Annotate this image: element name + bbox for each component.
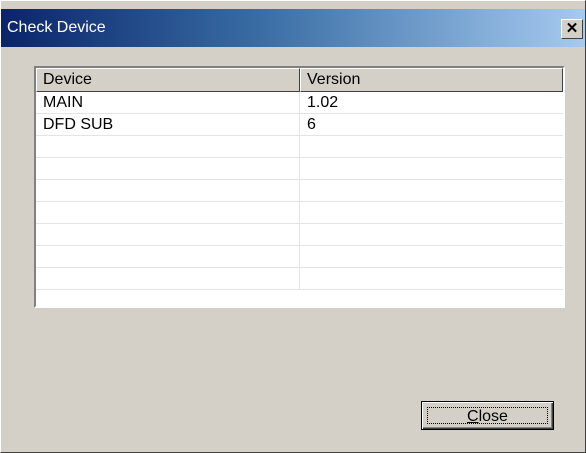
version-cell (300, 224, 563, 245)
device-list[interactable]: Device Version MAIN 1.02 DFD SUB 6 (34, 66, 565, 308)
version-cell (300, 180, 563, 201)
device-cell (36, 246, 300, 267)
device-cell: MAIN (36, 92, 300, 113)
device-cell (36, 268, 300, 289)
version-cell (300, 246, 563, 267)
device-cell (36, 136, 300, 157)
column-header-version[interactable]: Version (300, 68, 563, 92)
column-header-device[interactable]: Device (36, 68, 300, 92)
table-row (36, 136, 563, 158)
close-accelerator: C (467, 408, 479, 425)
device-cell (36, 202, 300, 223)
device-cell (36, 158, 300, 179)
table-row[interactable]: DFD SUB 6 (36, 114, 563, 136)
version-cell: 6 (307, 116, 316, 133)
table-row (36, 158, 563, 180)
table-row (36, 268, 563, 290)
close-button-label: Close (427, 407, 548, 425)
table-row[interactable]: MAIN 1.02 (36, 92, 563, 114)
close-label-rest: lose (478, 408, 508, 425)
close-icon[interactable]: ✕ (561, 19, 583, 39)
device-cell: DFD SUB (36, 114, 300, 135)
device-cell (36, 224, 300, 245)
version-cell (300, 158, 563, 179)
version-cell (300, 136, 563, 157)
check-device-dialog: Check Device ✕ Device Version MAIN 1.02 … (0, 0, 586, 453)
window-title: Check Device (7, 19, 106, 36)
list-header: Device Version (36, 68, 563, 92)
title-bar[interactable]: Check Device ✕ (1, 9, 585, 47)
version-cell: 1.02 (307, 94, 339, 111)
close-button[interactable]: Close (421, 401, 554, 430)
version-cell (300, 268, 563, 289)
table-row (36, 202, 563, 224)
version-cell (300, 202, 563, 223)
table-row (36, 246, 563, 268)
device-cell (36, 180, 300, 201)
table-row (36, 180, 563, 202)
table-row (36, 224, 563, 246)
